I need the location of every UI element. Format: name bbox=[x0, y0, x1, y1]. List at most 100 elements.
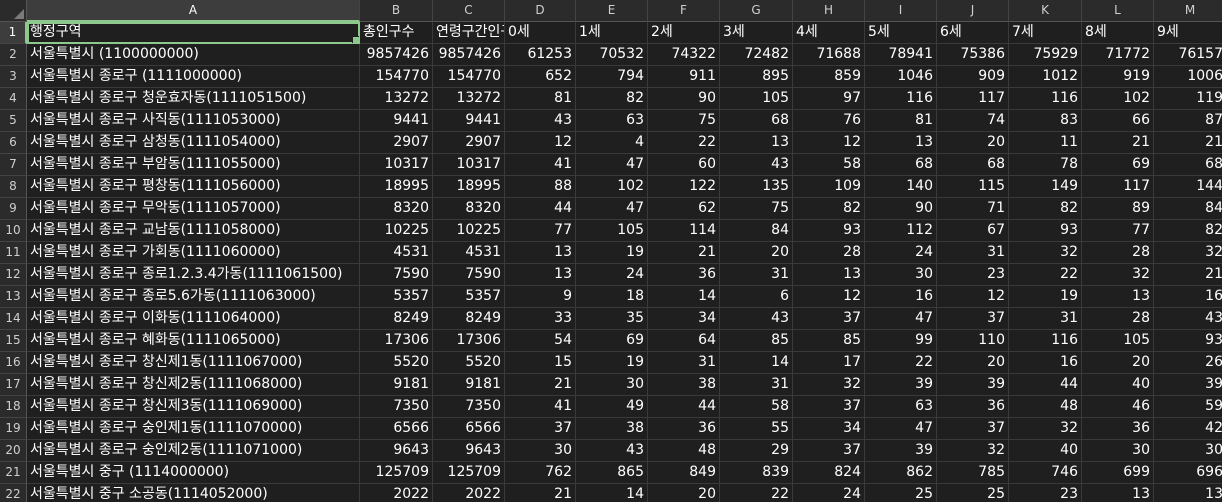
cell-e13[interactable]: 18 bbox=[576, 286, 648, 308]
cell-j7[interactable]: 68 bbox=[937, 154, 1009, 176]
cell-l3[interactable]: 919 bbox=[1082, 66, 1154, 88]
cell-a8[interactable]: 서울특별시 종로구 평창동(1111056000) bbox=[27, 176, 360, 198]
cell-h7[interactable]: 58 bbox=[793, 154, 865, 176]
cell-k4[interactable]: 116 bbox=[1009, 88, 1082, 110]
column-header-a[interactable]: A bbox=[27, 0, 360, 22]
row-header[interactable]: 13 bbox=[0, 286, 27, 308]
cell-b18[interactable]: 7350 bbox=[360, 396, 433, 418]
cell-a1[interactable]: 행정구역 bbox=[27, 22, 360, 44]
cell-f1[interactable]: 2세 bbox=[648, 22, 720, 44]
cell-i9[interactable]: 90 bbox=[865, 198, 937, 220]
cell-k10[interactable]: 93 bbox=[1009, 220, 1082, 242]
cell-e10[interactable]: 105 bbox=[576, 220, 648, 242]
cell-g9[interactable]: 75 bbox=[720, 198, 793, 220]
cell-d1[interactable]: 0세 bbox=[505, 22, 576, 44]
cell-i21[interactable]: 862 bbox=[865, 462, 937, 484]
row-header[interactable]: 5 bbox=[0, 110, 27, 132]
cell-k3[interactable]: 1012 bbox=[1009, 66, 1082, 88]
cell-f6[interactable]: 22 bbox=[648, 132, 720, 154]
cell-c13[interactable]: 5357 bbox=[433, 286, 505, 308]
cell-d4[interactable]: 81 bbox=[505, 88, 576, 110]
cell-j5[interactable]: 74 bbox=[937, 110, 1009, 132]
column-header-i[interactable]: I bbox=[865, 0, 937, 22]
row-header[interactable]: 1 bbox=[0, 22, 27, 44]
cell-a10[interactable]: 서울특별시 종로구 교남동(1111058000) bbox=[27, 220, 360, 242]
cell-h19[interactable]: 34 bbox=[793, 418, 865, 440]
cell-f20[interactable]: 48 bbox=[648, 440, 720, 462]
cell-b19[interactable]: 6566 bbox=[360, 418, 433, 440]
cell-m13[interactable]: 16 bbox=[1154, 286, 1222, 308]
cell-a4[interactable]: 서울특별시 종로구 청운효자동(1111051500) bbox=[27, 88, 360, 110]
cell-b16[interactable]: 5520 bbox=[360, 352, 433, 374]
cell-h10[interactable]: 93 bbox=[793, 220, 865, 242]
cell-i12[interactable]: 30 bbox=[865, 264, 937, 286]
row-header[interactable]: 8 bbox=[0, 176, 27, 198]
cell-m18[interactable]: 59 bbox=[1154, 396, 1222, 418]
cell-a2[interactable]: 서울특별시 (1100000000) bbox=[27, 44, 360, 66]
cell-l21[interactable]: 699 bbox=[1082, 462, 1154, 484]
cell-k17[interactable]: 44 bbox=[1009, 374, 1082, 396]
cell-f10[interactable]: 114 bbox=[648, 220, 720, 242]
cell-g4[interactable]: 105 bbox=[720, 88, 793, 110]
cell-b1[interactable]: 총인구수 bbox=[360, 22, 433, 44]
cell-d17[interactable]: 21 bbox=[505, 374, 576, 396]
cell-m8[interactable]: 144 bbox=[1154, 176, 1222, 198]
cell-i17[interactable]: 39 bbox=[865, 374, 937, 396]
cell-i14[interactable]: 47 bbox=[865, 308, 937, 330]
cell-g22[interactable]: 22 bbox=[720, 484, 793, 502]
cell-j21[interactable]: 785 bbox=[937, 462, 1009, 484]
cell-l14[interactable]: 28 bbox=[1082, 308, 1154, 330]
cell-g11[interactable]: 20 bbox=[720, 242, 793, 264]
cell-m3[interactable]: 1006 bbox=[1154, 66, 1222, 88]
cell-f2[interactable]: 74322 bbox=[648, 44, 720, 66]
cell-m4[interactable]: 119 bbox=[1154, 88, 1222, 110]
cell-d10[interactable]: 77 bbox=[505, 220, 576, 242]
cell-j6[interactable]: 20 bbox=[937, 132, 1009, 154]
cell-e17[interactable]: 30 bbox=[576, 374, 648, 396]
cell-f16[interactable]: 31 bbox=[648, 352, 720, 374]
cell-d7[interactable]: 41 bbox=[505, 154, 576, 176]
row-header[interactable]: 4 bbox=[0, 88, 27, 110]
cell-g5[interactable]: 68 bbox=[720, 110, 793, 132]
column-header-k[interactable]: K bbox=[1009, 0, 1082, 22]
cell-c5[interactable]: 9441 bbox=[433, 110, 505, 132]
cell-f18[interactable]: 44 bbox=[648, 396, 720, 418]
cell-e7[interactable]: 47 bbox=[576, 154, 648, 176]
cell-e2[interactable]: 70532 bbox=[576, 44, 648, 66]
cell-j13[interactable]: 12 bbox=[937, 286, 1009, 308]
cell-f8[interactable]: 122 bbox=[648, 176, 720, 198]
cell-k21[interactable]: 746 bbox=[1009, 462, 1082, 484]
row-header[interactable]: 12 bbox=[0, 264, 27, 286]
cell-l8[interactable]: 117 bbox=[1082, 176, 1154, 198]
cell-e8[interactable]: 102 bbox=[576, 176, 648, 198]
cell-c15[interactable]: 17306 bbox=[433, 330, 505, 352]
cell-b21[interactable]: 125709 bbox=[360, 462, 433, 484]
cell-i13[interactable]: 16 bbox=[865, 286, 937, 308]
cell-h2[interactable]: 71688 bbox=[793, 44, 865, 66]
cell-k19[interactable]: 32 bbox=[1009, 418, 1082, 440]
cell-e16[interactable]: 19 bbox=[576, 352, 648, 374]
cell-d19[interactable]: 37 bbox=[505, 418, 576, 440]
cell-i7[interactable]: 68 bbox=[865, 154, 937, 176]
cell-g17[interactable]: 31 bbox=[720, 374, 793, 396]
cell-b8[interactable]: 18995 bbox=[360, 176, 433, 198]
cell-k22[interactable]: 23 bbox=[1009, 484, 1082, 502]
cell-m2[interactable]: 76157 bbox=[1154, 44, 1222, 66]
cell-a3[interactable]: 서울특별시 종로구 (1111000000) bbox=[27, 66, 360, 88]
cell-b9[interactable]: 8320 bbox=[360, 198, 433, 220]
cell-j22[interactable]: 25 bbox=[937, 484, 1009, 502]
cell-c9[interactable]: 8320 bbox=[433, 198, 505, 220]
cell-k5[interactable]: 83 bbox=[1009, 110, 1082, 132]
cell-b13[interactable]: 5357 bbox=[360, 286, 433, 308]
cell-e4[interactable]: 82 bbox=[576, 88, 648, 110]
cell-l22[interactable]: 13 bbox=[1082, 484, 1154, 502]
cell-f14[interactable]: 34 bbox=[648, 308, 720, 330]
cell-m14[interactable]: 43 bbox=[1154, 308, 1222, 330]
cell-l9[interactable]: 89 bbox=[1082, 198, 1154, 220]
cell-c17[interactable]: 9181 bbox=[433, 374, 505, 396]
cell-c19[interactable]: 6566 bbox=[433, 418, 505, 440]
cell-f5[interactable]: 75 bbox=[648, 110, 720, 132]
cell-i5[interactable]: 81 bbox=[865, 110, 937, 132]
cell-b20[interactable]: 9643 bbox=[360, 440, 433, 462]
cell-k8[interactable]: 149 bbox=[1009, 176, 1082, 198]
